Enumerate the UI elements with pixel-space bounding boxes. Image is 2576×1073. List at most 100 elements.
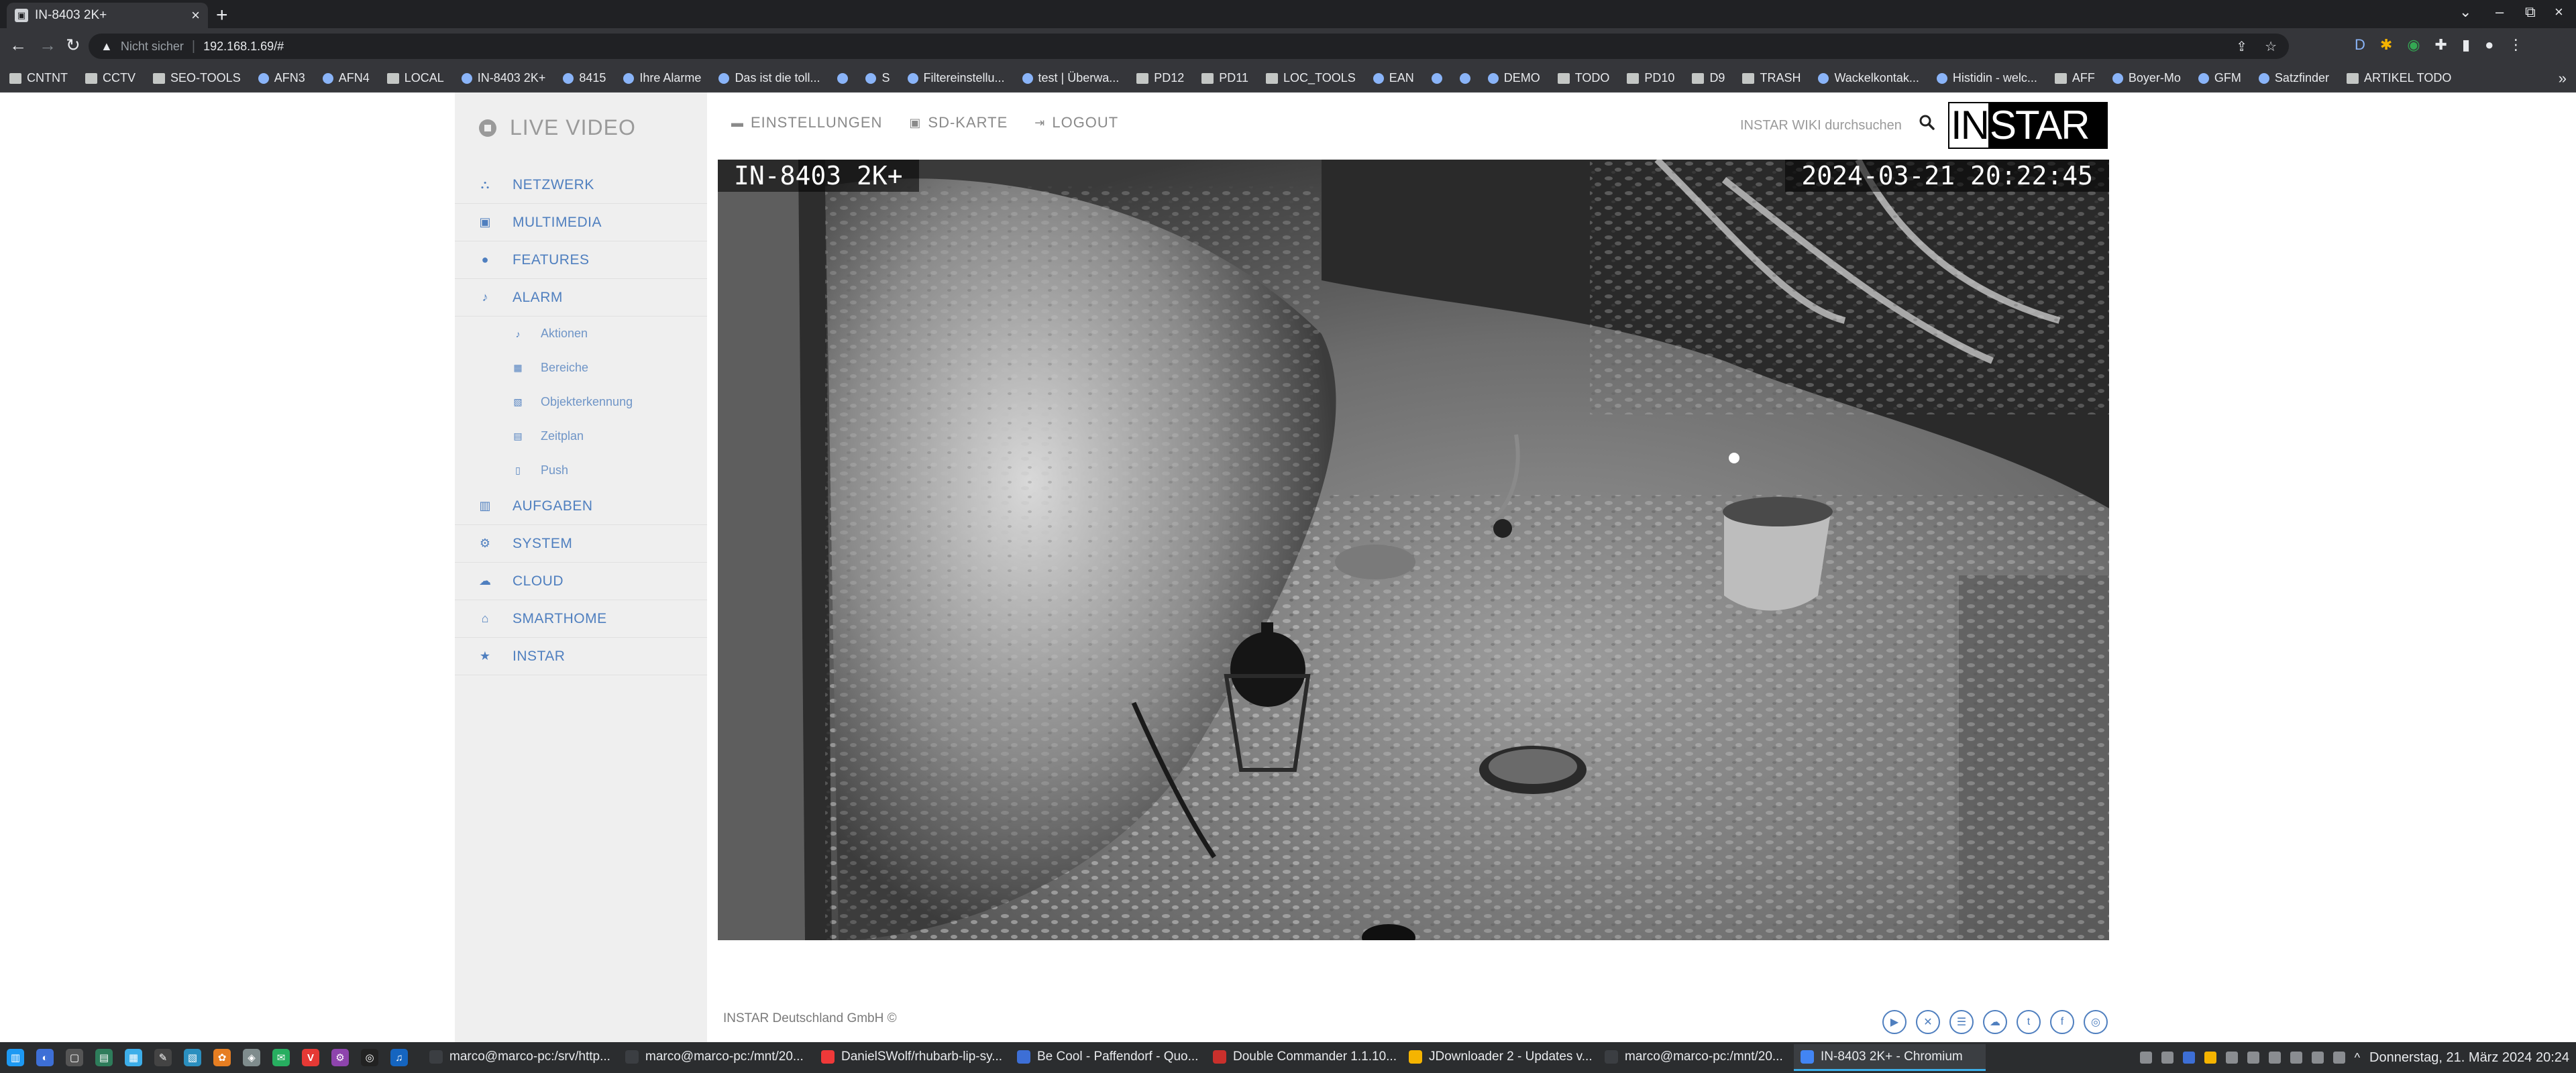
bookmark-item[interactable]: Boyer-Mo xyxy=(2112,71,2181,85)
cloud-icon[interactable]: ☁ xyxy=(1983,1010,2007,1034)
instar-logo[interactable]: IN STAR xyxy=(1948,102,2108,149)
tray-icon-6[interactable] xyxy=(2247,1052,2259,1064)
share-icon[interactable]: ⇪ xyxy=(2236,38,2247,55)
tray-expand-icon[interactable]: ^ xyxy=(2355,1051,2360,1065)
bookmark-item[interactable]: PD11 xyxy=(1201,71,1248,85)
bookmark-item[interactable]: TRASH xyxy=(1742,71,1801,85)
extension-puzzle-yellow-icon[interactable]: ✱ xyxy=(2380,36,2392,54)
extension-d-icon[interactable]: D xyxy=(2355,36,2365,54)
editor-icon[interactable]: ✎ xyxy=(154,1049,172,1066)
bookmark-item[interactable]: IN-8403 2K+ xyxy=(461,71,545,85)
live-video-stream[interactable]: IN-8403 2K+ 2024-03-21 20:22:45 xyxy=(718,160,2109,940)
sidebar-subitem-bereiche[interactable]: ▦ Bereiche xyxy=(455,351,707,385)
sidebar-subitem-zeitplan[interactable]: ▤ Zeitplan xyxy=(455,419,707,453)
bookmark-item[interactable]: Filtereinstellu... xyxy=(907,71,1005,85)
taskbar-task[interactable]: marco@marco-pc:/mnt/20... xyxy=(1598,1044,1790,1071)
taskbar-task[interactable]: Be Cool - Paffendorf - Quo... xyxy=(1010,1044,1202,1071)
sidebar-subitem-objekterkennung[interactable]: ▧ Objekterkennung xyxy=(455,385,707,419)
sidebar-subitem-push[interactable]: ▯ Push xyxy=(455,453,707,488)
tray-icon-1[interactable] xyxy=(2139,1052,2152,1064)
taskbar-task[interactable]: JDownloader 2 - Updates v... xyxy=(1402,1044,1594,1071)
cube-icon[interactable]: ◈ xyxy=(243,1049,260,1066)
bookmark-item[interactable]: DEMO xyxy=(1487,71,1540,85)
sidebar-item-cloud[interactable]: ☁ CLOUD xyxy=(455,563,707,600)
bookmark-item[interactable]: Histidin - welc... xyxy=(1936,71,2037,85)
profile-icon[interactable]: ● xyxy=(2485,36,2493,54)
reload-icon[interactable]: ↻ xyxy=(66,35,80,56)
topnav-einstellungen[interactable]: ▬ EINSTELLUNGEN xyxy=(731,114,882,131)
bookmark-item[interactable]: ARTIKEL TODO xyxy=(2346,71,2451,85)
topnav-logout[interactable]: ⇥ LOGOUT xyxy=(1034,114,1118,131)
forward-icon[interactable]: → xyxy=(39,35,56,56)
tray-icon-3[interactable] xyxy=(2182,1052,2195,1064)
search-icon[interactable] xyxy=(1919,114,1935,130)
tray-icon-4[interactable] xyxy=(2204,1052,2216,1064)
back-icon[interactable]: ← xyxy=(9,35,27,56)
bookmark-item[interactable]: Satzfinder xyxy=(2258,71,2329,85)
paint-icon[interactable]: ✿ xyxy=(213,1049,231,1066)
mail-icon[interactable]: ✉ xyxy=(272,1049,290,1066)
sidebar-item-instar[interactable]: ★ INSTAR xyxy=(455,638,707,675)
desktop-icon[interactable]: ▢ xyxy=(66,1049,83,1066)
tab-active[interactable]: ▣ IN-8403 2K+ × xyxy=(7,3,208,28)
bookmark-item[interactable]: PD12 xyxy=(1136,71,1184,85)
bookmark-item[interactable]: AFN3 xyxy=(258,71,305,85)
sidebar-item-system[interactable]: ⚙ SYSTEM xyxy=(455,525,707,563)
youtube-icon[interactable]: ▶ xyxy=(1882,1010,1907,1034)
bookmark-item[interactable]: Ihre Alarme xyxy=(623,71,701,85)
terminal-icon[interactable]: ▤ xyxy=(95,1049,113,1066)
bookmark-item[interactable]: 8415 xyxy=(563,71,606,85)
close-window-icon[interactable]: × xyxy=(2555,3,2563,21)
bookmark-item[interactable] xyxy=(837,72,849,84)
files-icon[interactable]: ▦ xyxy=(125,1049,142,1066)
sidebar-item-alarm[interactable]: ♪ ALARM xyxy=(455,279,707,317)
bookmark-item[interactable]: S xyxy=(865,71,890,85)
display-icon[interactable] xyxy=(2332,1052,2345,1064)
bookmark-item[interactable]: SEO-TOOLS xyxy=(153,71,241,85)
new-tab-button[interactable]: + xyxy=(216,4,228,27)
volume-icon[interactable] xyxy=(2311,1052,2324,1064)
sidebar-subitem-aktionen[interactable]: ♪ Aktionen xyxy=(455,317,707,351)
bookmarks-more-icon[interactable]: » xyxy=(2559,70,2567,87)
extensions-icon[interactable]: ✚ xyxy=(2435,36,2447,54)
sidebar-item-multimedia[interactable]: ▣ MULTIMEDIA xyxy=(455,204,707,241)
bookmark-item[interactable]: test | Überwa... xyxy=(1022,71,1119,85)
taskbar-task[interactable]: Double Commander 1.1.10... xyxy=(1206,1044,1398,1071)
wiki-search-input[interactable]: INSTAR WIKI durchsuchen xyxy=(1740,118,1902,133)
vivaldi-icon[interactable]: V xyxy=(302,1049,319,1066)
taskbar-task[interactable]: marco@marco-pc:/mnt/20... xyxy=(619,1044,810,1071)
bookmark-star-icon[interactable]: ☆ xyxy=(2265,38,2277,55)
discover-icon[interactable]: ◐ xyxy=(36,1049,54,1066)
taskbar-task[interactable]: marco@marco-pc:/srv/http... xyxy=(423,1044,614,1071)
xing-icon[interactable]: ✕ xyxy=(1916,1010,1940,1034)
bookmark-item[interactable]: LOC_TOOLS xyxy=(1266,71,1356,85)
tray-icon-2[interactable] xyxy=(2161,1052,2174,1064)
address-bar[interactable]: ▲ Nicht sicher | 192.168.1.69/# ⇪ ☆ xyxy=(89,34,2289,59)
bookmark-item[interactable] xyxy=(1431,72,1442,84)
bookmark-item[interactable]: EAN xyxy=(1373,71,1414,85)
bookmark-item[interactable]: D9 xyxy=(1692,71,1725,85)
facebook-icon[interactable]: f xyxy=(2050,1010,2074,1034)
screenshot-icon[interactable]: ▧ xyxy=(184,1049,201,1066)
sidebar-item-aufgaben[interactable]: ▥ AUFGABEN xyxy=(455,488,707,525)
tab-search-icon[interactable]: ⌄ xyxy=(2459,3,2471,21)
maximize-icon[interactable]: ⧉ xyxy=(2525,3,2536,21)
tray-icon-7[interactable] xyxy=(2268,1052,2281,1064)
sidebar-item-smarthome[interactable]: ⌂ SMARTHOME xyxy=(455,600,707,638)
bookmark-item[interactable]: LOCAL xyxy=(386,71,444,85)
app-menu-icon[interactable]: ▥ xyxy=(7,1049,24,1066)
sidebar-item-netzwerk[interactable]: ⛬ NETZWERK xyxy=(455,166,707,204)
forum-icon[interactable]: ☰ xyxy=(1949,1010,1974,1034)
bookmark-item[interactable]: AFN4 xyxy=(322,71,370,85)
extension-green-icon[interactable]: ◉ xyxy=(2407,36,2420,54)
bookmark-item[interactable]: GFM xyxy=(2198,71,2241,85)
bookmark-item[interactable] xyxy=(1459,72,1470,84)
tab-close-icon[interactable]: × xyxy=(191,7,200,24)
sidebar-item-features[interactable]: ● FEATURES xyxy=(455,241,707,279)
menu-kebab-icon[interactable]: ⋮ xyxy=(2508,36,2523,54)
topnav-sd-karte[interactable]: ▣ SD-KARTE xyxy=(909,114,1008,131)
bookmark-item[interactable]: Das ist die toll... xyxy=(718,71,820,85)
minimize-icon[interactable]: – xyxy=(2496,3,2504,21)
tray-icon-5[interactable] xyxy=(2225,1052,2238,1064)
bookmark-item[interactable]: TODO xyxy=(1557,71,1609,85)
